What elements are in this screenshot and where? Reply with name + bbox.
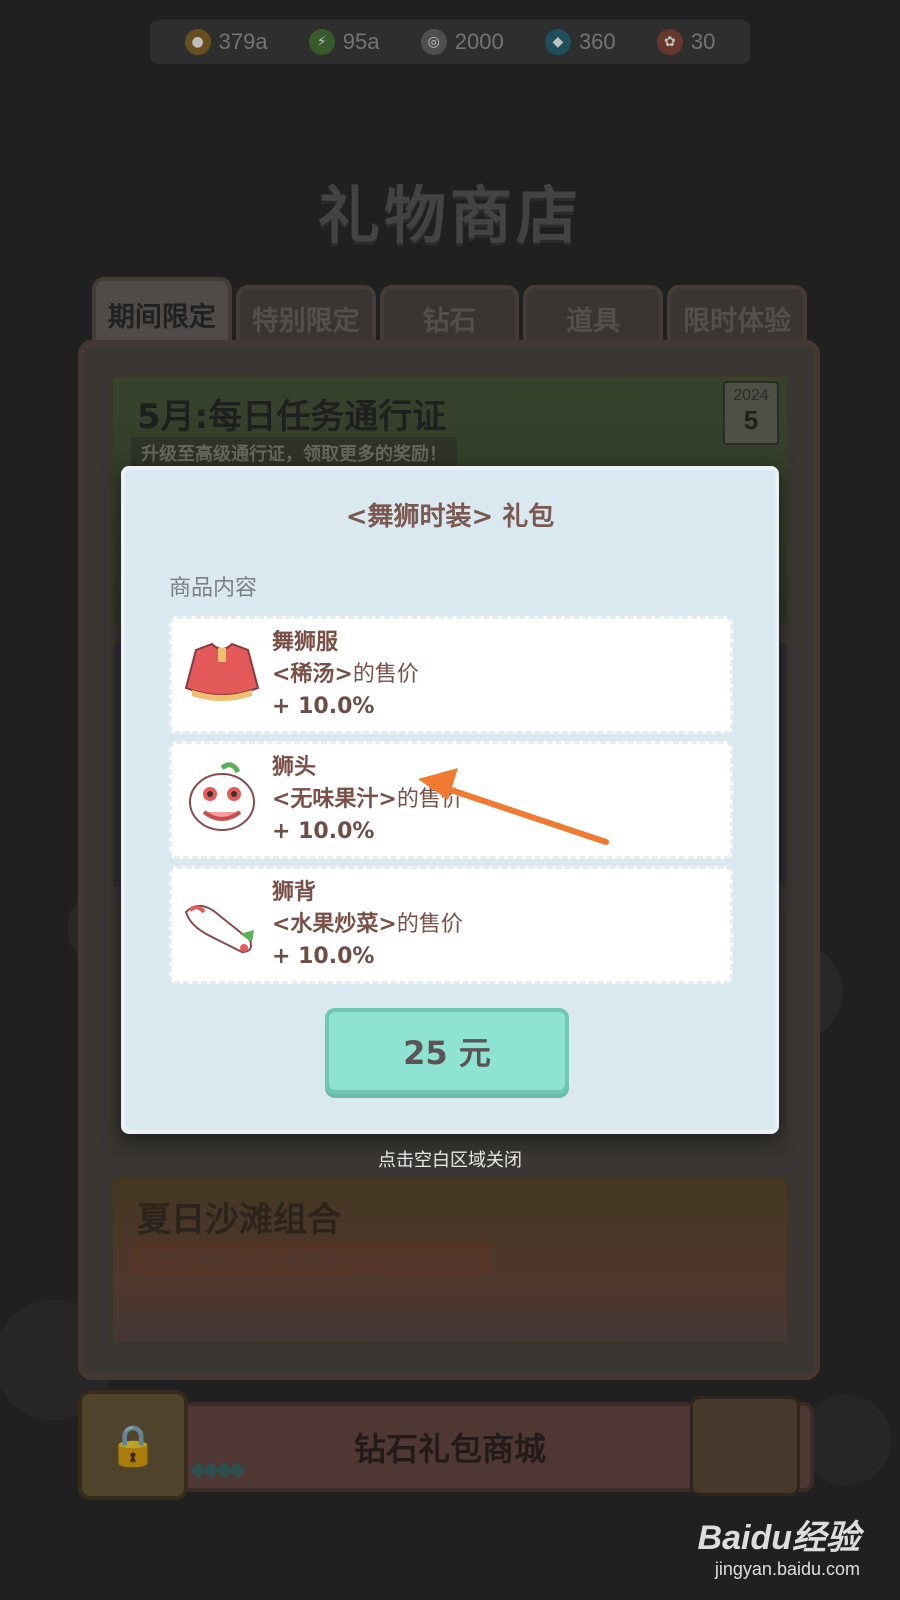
item-bonus: + 10.0% xyxy=(272,819,375,844)
item-name: 狮背 xyxy=(272,880,317,905)
item-text: 狮背 <水果炒菜>的售价 + 10.0% xyxy=(272,877,463,973)
item-name: 狮头 xyxy=(272,755,317,780)
lion-head-icon xyxy=(180,758,264,842)
item-dish: <水果炒菜> xyxy=(272,912,397,937)
list-item: 狮背 <水果炒菜>的售价 + 10.0% xyxy=(169,866,733,984)
watermark-url: jingyan.baidu.com xyxy=(714,1559,860,1579)
item-suffix: 的售价 xyxy=(352,662,419,687)
list-item: 舞狮服 <稀汤>的售价 + 10.0% xyxy=(169,616,733,734)
item-name: 舞狮服 xyxy=(272,630,339,655)
gift-pack-modal: <舞狮时装> 礼包 商品内容 舞狮服 <稀汤>的售价 + 10.0% 狮头 <无… xyxy=(121,466,779,1134)
item-text: 舞狮服 <稀汤>的售价 + 10.0% xyxy=(272,627,419,723)
lion-back-icon xyxy=(180,883,264,967)
item-suffix: 的售价 xyxy=(396,787,463,812)
modal-title: <舞狮时装> 礼包 xyxy=(345,502,555,532)
purchase-price-button[interactable]: 25 元 xyxy=(325,1008,569,1094)
baidu-watermark: Baidu经验 jingyan.baidu.com xyxy=(698,1510,860,1580)
item-text: 狮头 <无味果汁>的售价 + 10.0% xyxy=(272,752,463,848)
item-bonus: + 10.0% xyxy=(272,944,375,969)
lion-costume-icon xyxy=(180,633,264,717)
list-item: 狮头 <无味果汁>的售价 + 10.0% xyxy=(169,741,733,859)
item-description: <无味果汁>的售价 xyxy=(272,784,463,816)
item-suffix: 的售价 xyxy=(396,912,463,937)
watermark-brand: Baidu经验 xyxy=(697,1519,860,1557)
item-description: <水果炒菜>的售价 xyxy=(272,909,463,941)
item-bonus: + 10.0% xyxy=(272,694,375,719)
item-dish: <无味果汁> xyxy=(272,787,397,812)
item-dish: <稀汤> xyxy=(272,662,353,687)
contents-label: 商品内容 xyxy=(169,576,258,601)
close-hint: 点击空白区域关闭 xyxy=(378,1150,522,1171)
item-description: <稀汤>的售价 xyxy=(272,659,419,691)
